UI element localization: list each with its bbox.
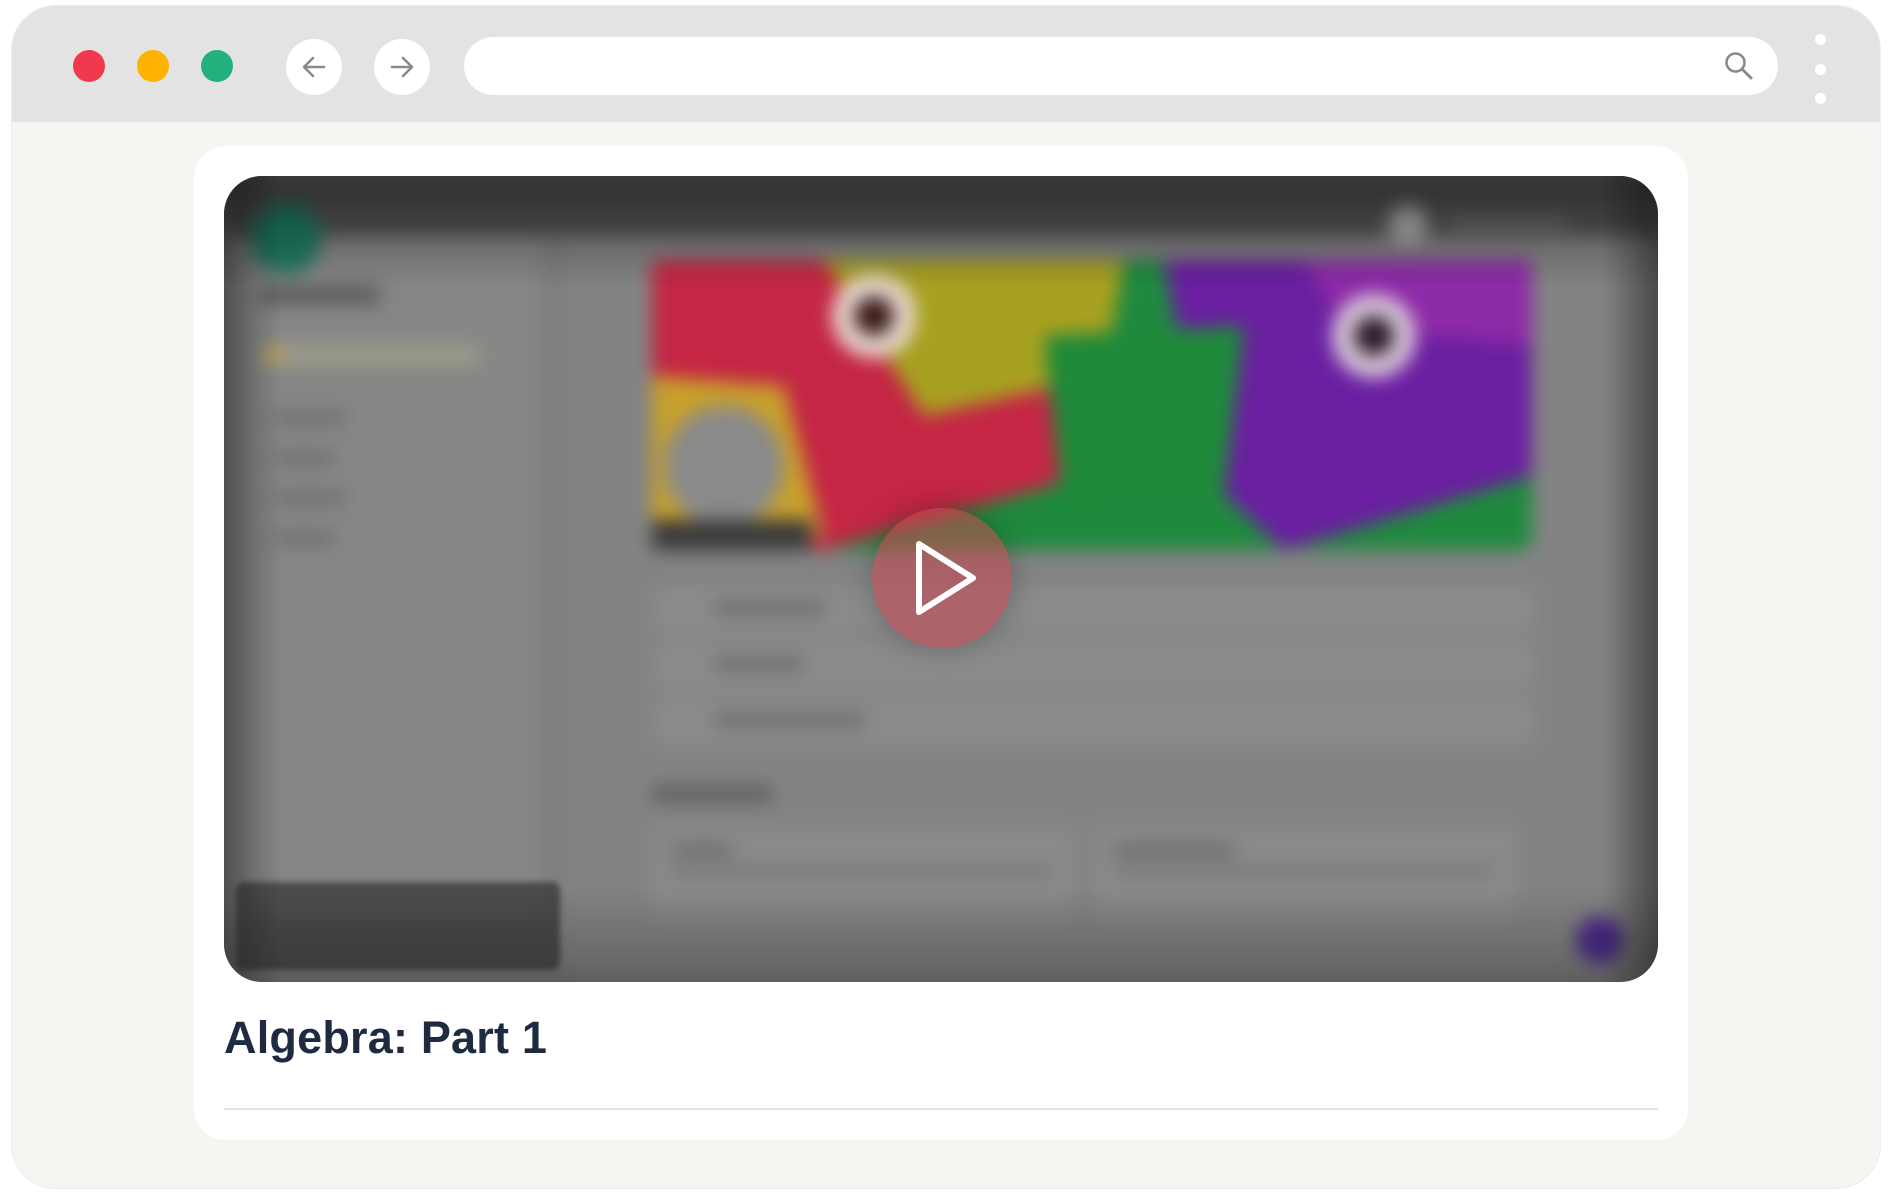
address-input[interactable] <box>488 45 1668 87</box>
minimize-window-button[interactable] <box>137 50 169 82</box>
video-card: Algebra: Part 1 <box>194 146 1688 1140</box>
address-bar[interactable] <box>464 37 1778 95</box>
maximize-window-button[interactable] <box>201 50 233 82</box>
play-icon <box>916 541 976 615</box>
vertical-dots-icon[interactable] <box>1808 34 1832 104</box>
video-player[interactable] <box>224 176 1658 982</box>
close-window-button[interactable] <box>73 50 105 82</box>
watch-on-youtube-badge[interactable] <box>236 882 560 970</box>
arrow-left-icon <box>302 56 326 78</box>
browser-toolbar <box>12 6 1880 122</box>
video-title: Algebra: Part 1 <box>224 1012 548 1063</box>
forward-button[interactable] <box>374 39 430 95</box>
back-button[interactable] <box>286 39 342 95</box>
browser-window: Algebra: Part 1 <box>12 6 1880 1188</box>
play-button[interactable] <box>872 508 1012 648</box>
divider <box>224 1108 1658 1110</box>
arrow-right-icon <box>390 56 414 78</box>
search-icon[interactable] <box>1722 49 1756 83</box>
